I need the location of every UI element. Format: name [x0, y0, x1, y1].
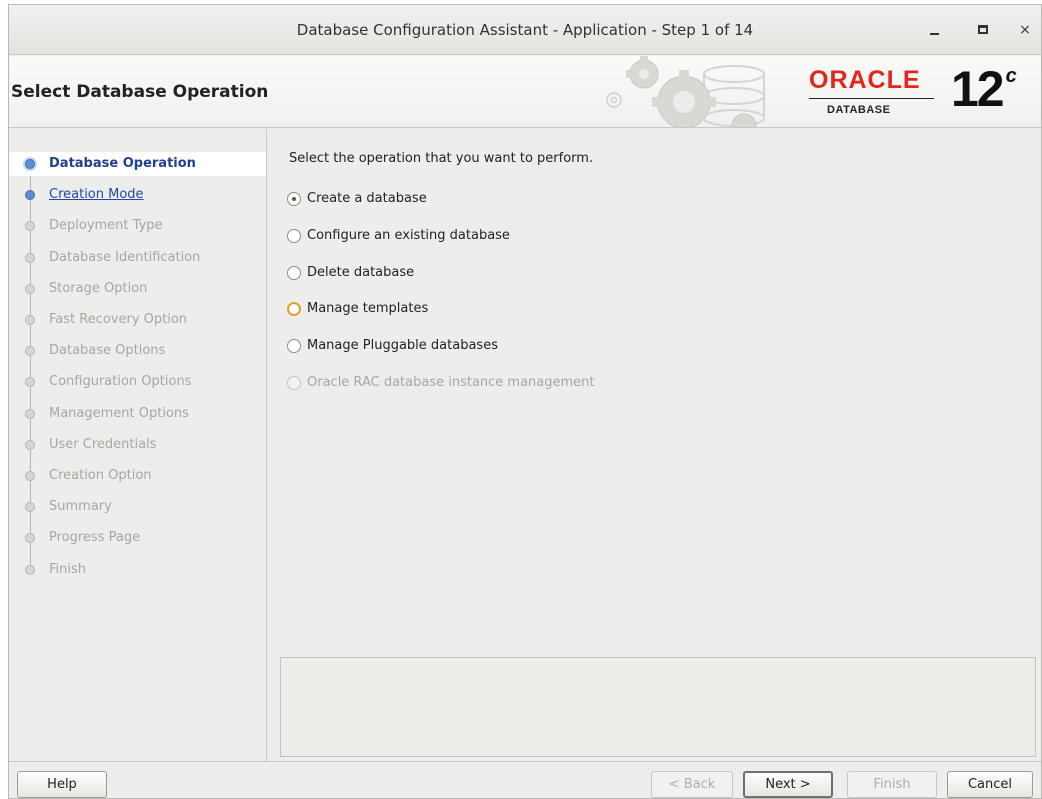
- step-node-icon: [25, 190, 35, 200]
- maximize-icon: [978, 25, 988, 34]
- main-content: Select the operation that you want to pe…: [267, 129, 1042, 761]
- step-node-icon: [25, 284, 35, 294]
- oracle-logo-subtitle: DATABASE: [827, 104, 891, 116]
- operation-prompt: Select the operation that you want to pe…: [289, 151, 594, 166]
- step-label: Summary: [49, 499, 112, 514]
- step-label: Management Options: [49, 406, 189, 421]
- step-node-icon: [25, 409, 35, 419]
- dbca-window: Database Configuration Assistant - Appli…: [8, 4, 1042, 799]
- step-label: Storage Option: [49, 281, 148, 296]
- version-suffix: c: [1005, 65, 1017, 88]
- step-node-icon: [25, 471, 35, 481]
- step-label: Progress Page: [49, 530, 141, 545]
- step-management-options: Management Options: [9, 402, 266, 426]
- version-badge: 12 c: [951, 60, 1017, 118]
- minimize-button[interactable]: [923, 19, 947, 41]
- finish-button[interactable]: Finish: [847, 771, 937, 798]
- oracle-database-logo: ORACLE DATABASE: [809, 66, 949, 122]
- step-label: Database Identification: [49, 250, 201, 265]
- step-node-icon: [25, 502, 35, 512]
- step-label: Creation Option: [49, 468, 152, 483]
- close-button[interactable]: ×: [1013, 19, 1037, 41]
- radio-button[interactable]: [287, 339, 301, 353]
- option-label: Manage templates: [307, 301, 429, 316]
- logo-divider: [809, 98, 934, 99]
- step-finish: Finish: [9, 558, 266, 582]
- page-title: Select Database Operation: [11, 82, 269, 102]
- option-label: Oracle RAC database instance management: [307, 375, 595, 390]
- step-configuration-options: Configuration Options: [9, 370, 266, 394]
- option-label: Manage Pluggable databases: [307, 338, 498, 353]
- step-progress-page: Progress Page: [9, 526, 266, 550]
- step-node-icon: [25, 440, 35, 450]
- radio-button[interactable]: [287, 266, 301, 280]
- radio-button[interactable]: [287, 192, 301, 206]
- option-label: Create a database: [307, 191, 427, 206]
- next-button[interactable]: Next >: [743, 771, 833, 798]
- step-node-icon: [25, 346, 35, 356]
- option-label: Configure an existing database: [307, 228, 510, 243]
- step-user-credentials: User Credentials: [9, 433, 266, 457]
- step-node-icon: [25, 221, 35, 231]
- step-node-icon: [25, 565, 35, 575]
- step-fast-recovery-option: Fast Recovery Option: [9, 308, 266, 332]
- step-node-icon: [25, 315, 35, 325]
- button-bar: Help < Back Next > Finish Cancel: [9, 761, 1041, 799]
- option-label: Delete database: [307, 265, 415, 280]
- title-bar[interactable]: Database Configuration Assistant - Appli…: [9, 5, 1041, 55]
- oracle-logo-word: ORACLE: [809, 66, 921, 94]
- step-label: Fast Recovery Option: [49, 312, 188, 327]
- step-label: Database Operation: [49, 156, 196, 171]
- step-label: Deployment Type: [49, 218, 163, 233]
- step-label: Finish: [49, 562, 87, 577]
- description-box: [280, 657, 1036, 757]
- cancel-button[interactable]: Cancel: [947, 771, 1033, 798]
- step-node-icon: [25, 159, 35, 169]
- step-label: Database Options: [49, 343, 166, 358]
- version-number: 12: [951, 61, 1005, 117]
- step-summary: Summary: [9, 495, 266, 519]
- step-storage-option: Storage Option: [9, 277, 266, 301]
- radio-button: [287, 376, 301, 390]
- step-label: Creation Mode: [49, 187, 144, 202]
- radio-button[interactable]: [287, 302, 301, 316]
- step-node-icon: [25, 253, 35, 263]
- step-creation-option: Creation Option: [9, 464, 266, 488]
- gears-graphic-icon: [606, 56, 765, 127]
- step-node-icon: [25, 533, 35, 543]
- help-button[interactable]: Help: [17, 771, 107, 798]
- close-icon: ×: [1019, 22, 1031, 38]
- maximize-button[interactable]: [971, 19, 995, 41]
- step-creation-mode[interactable]: Creation Mode: [9, 183, 266, 207]
- header-banner: Select Database Operation ORACLE DATABAS…: [9, 56, 1041, 128]
- radio-button[interactable]: [287, 229, 301, 243]
- step-label: User Credentials: [49, 437, 157, 452]
- minimize-icon: [930, 33, 939, 35]
- window-title: Database Configuration Assistant - Appli…: [296, 21, 754, 39]
- step-node-icon: [25, 377, 35, 387]
- steps-panel: Database Operation Creation Mode Deploymen…: [9, 129, 267, 761]
- step-label: Configuration Options: [49, 374, 192, 389]
- step-database-identification: Database Identification: [9, 246, 266, 270]
- back-button[interactable]: < Back: [651, 771, 733, 798]
- step-database-operation[interactable]: Database Operation: [9, 152, 266, 176]
- step-deployment-type: Deployment Type: [9, 214, 266, 238]
- step-database-options: Database Options: [9, 339, 266, 363]
